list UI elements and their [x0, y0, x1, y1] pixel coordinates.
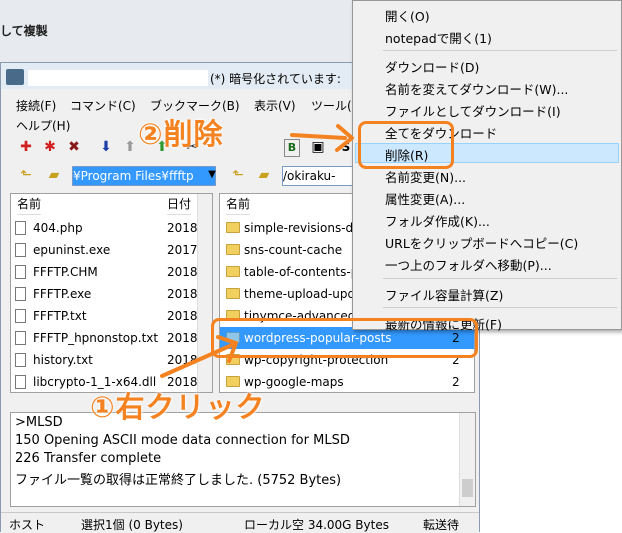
arrow-line-delete — [290, 133, 347, 140]
annotation-arrows — [160, 124, 354, 378]
annotation-right-click-label: ①右クリック — [90, 390, 266, 424]
annotation-delete-label: ②削除 — [138, 117, 224, 151]
arrow-line-right-click — [160, 343, 234, 378]
